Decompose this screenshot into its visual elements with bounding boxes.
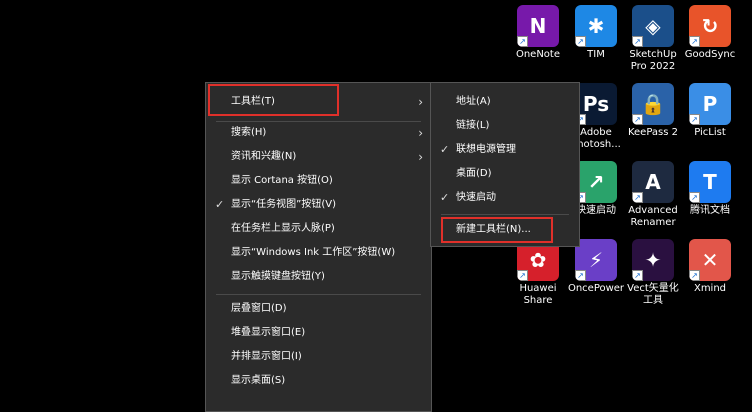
desktop-icon[interactable]: ⚡ ↗ OncePower xyxy=(567,239,625,317)
desktop-icon[interactable]: ◈ ↗ SketchUp Pro 2022 xyxy=(624,5,682,83)
menu-item-label: 显示“Windows Ink 工作区”按钮(W) xyxy=(231,247,396,258)
shortcut-arrow-icon: ↗ xyxy=(689,114,700,125)
checkmark-icon: ✓ xyxy=(215,198,225,211)
submenu-item-lenovo-power[interactable]: ✓ 联想电源管理 xyxy=(431,138,579,162)
tim-icon: ✱ ↗ xyxy=(575,5,617,47)
submenu-arrow-icon: › xyxy=(418,150,423,164)
desktop-icon[interactable]: ✿ ↗ Huawei Share xyxy=(509,239,567,317)
desktop-icon-label: Advanced Renamer xyxy=(628,205,678,228)
menu-item-show-task-view[interactable]: ✓ 显示“任务视图”按钮(V) xyxy=(206,193,431,217)
photoshop-icon: Ps ↗ xyxy=(575,83,617,125)
submenu-item-links[interactable]: 链接(L) xyxy=(431,114,579,138)
desktop-icon[interactable]: ↻ ↗ GoodSync xyxy=(681,5,739,83)
desktop-icon[interactable]: 🔒 ↗ KeePass 2 xyxy=(624,83,682,161)
desktop-icon-label: 腾讯文档 xyxy=(690,205,730,216)
menu-item-side-by-side-windows[interactable]: 并排显示窗口(I) xyxy=(206,345,431,369)
menu-separator xyxy=(216,294,421,295)
menu-separator xyxy=(441,214,569,215)
menu-item-search[interactable]: 搜索(H) › xyxy=(206,121,431,145)
xmind-icon: ✕ ↗ xyxy=(689,239,731,281)
menu-item-cascade-windows[interactable]: 层叠窗口(D) xyxy=(206,297,431,321)
menu-item-label: 在任务栏上显示人脉(P) xyxy=(231,223,335,234)
desktop-icon[interactable]: T ↗ 腾讯文档 xyxy=(681,161,739,239)
desktop-icon-label: OneNote xyxy=(515,49,561,60)
menu-item-news-interests[interactable]: 资讯和兴趣(N) › xyxy=(206,145,431,169)
menu-item-show-cortana[interactable]: 显示 Cortana 按钮(O) xyxy=(206,169,431,193)
menu-item-label: 快速启动 xyxy=(456,192,496,203)
checkmark-icon: ✓ xyxy=(440,143,450,156)
desktop-icon[interactable]: P ↗ PicList xyxy=(681,83,739,161)
menu-item-label: 堆叠显示窗口(E) xyxy=(231,327,306,338)
shortcut-arrow-icon: ↗ xyxy=(689,270,700,281)
menu-item-show-touch-keyboard[interactable]: 显示触摸键盘按钮(Y) xyxy=(206,265,431,289)
menu-item-label: 层叠窗口(D) xyxy=(231,303,287,314)
menu-item-label: 搜索(H) xyxy=(231,127,267,138)
goodsync-icon: ↻ ↗ xyxy=(689,5,731,47)
shortcut-arrow-icon: ↗ xyxy=(632,114,643,125)
menu-item-label: 联想电源管理 xyxy=(456,144,516,155)
desktop-icon[interactable]: N ↗ OneNote xyxy=(509,5,567,83)
piclist-icon: P ↗ xyxy=(689,83,731,125)
menu-item-label: 显示“任务视图”按钮(V) xyxy=(231,199,337,210)
shortcut-arrow-icon: ↗ xyxy=(632,36,643,47)
menu-item-label: 桌面(D) xyxy=(456,168,492,179)
desktop-icon-label: Xmind xyxy=(693,283,727,294)
toolbar-highlight-box xyxy=(208,84,339,116)
desktop-icon-label: TIM xyxy=(587,49,605,60)
menu-item-label: 显示桌面(S) xyxy=(231,375,286,386)
menu-item-show-people[interactable]: 在任务栏上显示人脉(P) xyxy=(206,217,431,241)
shortcut-arrow-icon: ↗ xyxy=(632,270,643,281)
desktop-icon-label: KeePass 2 xyxy=(627,127,679,138)
menu-item-stack-windows[interactable]: 堆叠显示窗口(E) xyxy=(206,321,431,345)
sketchup-icon: ◈ ↗ xyxy=(632,5,674,47)
shortcut-arrow-icon: ↗ xyxy=(517,270,528,281)
desktop-icon-label: SketchUp Pro 2022 xyxy=(629,49,677,72)
desktop-icon-label: Vect矢量化 工具 xyxy=(627,283,679,306)
keepass-icon: 🔒 ↗ xyxy=(632,83,674,125)
desktop-icon-label: PicList xyxy=(694,127,726,138)
submenu-item-desktop[interactable]: 桌面(D) xyxy=(431,162,579,186)
checkmark-icon: ✓ xyxy=(440,191,450,204)
desktop-icon-label: OncePower xyxy=(567,283,625,294)
submenu-item-address[interactable]: 地址(A) xyxy=(431,90,579,114)
desktop-icon[interactable]: A ↗ Advanced Renamer xyxy=(624,161,682,239)
new-toolbar-highlight-box xyxy=(441,217,553,243)
quick-launch-icon: ↗ ↗ xyxy=(575,161,617,203)
menu-item-label: 链接(L) xyxy=(456,120,490,131)
shortcut-arrow-icon: ↗ xyxy=(689,36,700,47)
shortcut-arrow-icon: ↗ xyxy=(689,192,700,203)
menu-item-label: 地址(A) xyxy=(456,96,491,107)
shortcut-arrow-icon: ↗ xyxy=(517,36,528,47)
submenu-arrow-icon: › xyxy=(418,95,423,109)
submenu-arrow-icon: › xyxy=(418,126,423,140)
desktop-icon[interactable]: ✕ ↗ Xmind xyxy=(681,239,739,317)
vect-icon: ✦ ↗ xyxy=(632,239,674,281)
taskbar-context-menu: 工具栏(T) › 搜索(H) › 资讯和兴趣(N) › 显示 Cortana 按… xyxy=(205,82,432,412)
menu-item-show-ink-workspace[interactable]: 显示“Windows Ink 工作区”按钮(W) xyxy=(206,241,431,265)
onenote-icon: N ↗ xyxy=(517,5,559,47)
desktop-icon-label: GoodSync xyxy=(684,49,736,60)
submenu-item-quick-launch[interactable]: ✓ 快速启动 xyxy=(431,186,579,210)
menu-item-show-desktop[interactable]: 显示桌面(S) xyxy=(206,369,431,393)
desktop-icon[interactable]: ✦ ↗ Vect矢量化 工具 xyxy=(624,239,682,317)
oncepower-icon: ⚡ ↗ xyxy=(575,239,617,281)
shortcut-arrow-icon: ↗ xyxy=(632,192,643,203)
advanced-renamer-icon: A ↗ xyxy=(632,161,674,203)
desktop-icon-label: Huawei Share xyxy=(519,283,557,306)
shortcut-arrow-icon: ↗ xyxy=(575,36,586,47)
menu-item-label: 资讯和兴趣(N) xyxy=(231,151,297,162)
shortcut-arrow-icon: ↗ xyxy=(575,270,586,281)
menu-item-label: 并排显示窗口(I) xyxy=(231,351,302,362)
menu-item-label: 显示触摸键盘按钮(Y) xyxy=(231,271,325,282)
tencent-docs-icon: T ↗ xyxy=(689,161,731,203)
desktop-icon[interactable]: ✱ ↗ TIM xyxy=(567,5,625,83)
menu-item-label: 显示 Cortana 按钮(O) xyxy=(231,175,333,186)
